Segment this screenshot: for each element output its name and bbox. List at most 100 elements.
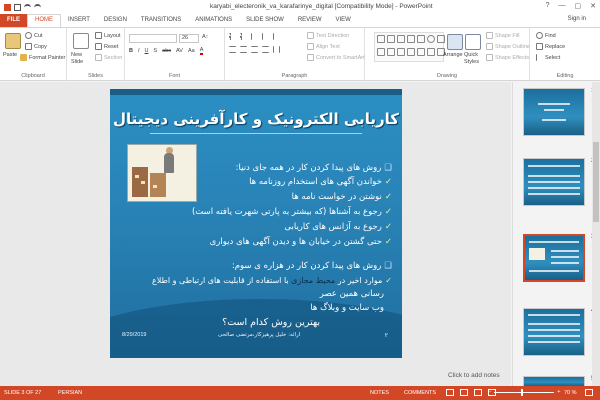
tab-transitions[interactable]: TRANSITIONS [134, 14, 188, 27]
slide-paragraph[interactable]: ✓خواندن آگهی های استخدام روزنامه ها [249, 177, 392, 187]
notes-button[interactable]: NOTES [370, 390, 389, 396]
shape-line-icon[interactable] [407, 35, 415, 43]
slide-paragraph[interactable]: ✓رجوع به آشناها (که بیشتر به پارتی شهرت … [192, 207, 392, 217]
save-icon[interactable] [14, 3, 21, 11]
shape-brace-icon[interactable] [417, 47, 425, 56]
scrollbar-thumb[interactable] [593, 142, 599, 222]
find-button[interactable]: Find [536, 32, 556, 39]
columns-icon[interactable] [273, 46, 280, 53]
minimize-button[interactable]: — [559, 2, 566, 10]
tab-design[interactable]: DESIGN [97, 14, 134, 27]
redo-icon[interactable] [34, 3, 41, 11]
shape-outline-button[interactable]: Shape Outline [486, 43, 530, 50]
zoom-in-icon[interactable]: + [557, 389, 560, 395]
tab-insert[interactable]: INSERT [61, 14, 97, 27]
shape-oval-icon[interactable] [427, 35, 435, 43]
slide-thumbnail-2[interactable] [523, 158, 585, 206]
change-case-button[interactable]: Aa [188, 48, 195, 54]
new-slide-button[interactable]: New Slide [71, 52, 93, 66]
normal-view-icon[interactable] [446, 389, 454, 396]
tab-file[interactable]: FILE [0, 14, 27, 27]
shape-rect-icon[interactable] [437, 35, 445, 43]
bold-button[interactable]: B [129, 48, 133, 54]
current-slide[interactable]: کاریابی الکترونیک و کارآفرینی دیجیتال ❑ر… [110, 89, 402, 358]
shape-arrow-icon[interactable] [387, 47, 395, 56]
cut-button[interactable]: Cut [25, 32, 43, 39]
slide-thumbnail-1[interactable] [523, 88, 585, 136]
slide-paragraph[interactable]: ✓موارد اخیر در محیط مجازی با استفاده از … [152, 276, 392, 285]
slide-paragraph[interactable]: ❑روش های پیدا کردن کار در همه جای دنیا: [236, 163, 392, 173]
shape-arrow-icon[interactable] [397, 47, 405, 56]
bullets-icon[interactable] [229, 33, 236, 40]
slide-paragraph[interactable]: رسانی همین عصر [320, 289, 384, 299]
text-direction-button[interactable]: Text Direction [307, 32, 349, 39]
slide-paragraph[interactable]: ✓حتی گشتن در خیابان ها و دیدن آگهی های د… [210, 237, 392, 247]
shape-star-icon[interactable] [407, 47, 415, 56]
shape-rect-icon[interactable] [417, 35, 425, 43]
slide-paragraph[interactable]: بهترین روش کدام است؟ [222, 317, 320, 328]
shape-triangle-icon[interactable] [377, 47, 385, 56]
italic-button[interactable]: I [138, 48, 140, 54]
notes-placeholder[interactable]: Click to add notes [448, 372, 500, 379]
thumbnail-scrollbar[interactable] [592, 82, 600, 386]
grow-font-button[interactable]: A↑ [202, 34, 208, 40]
numbering-icon[interactable] [240, 33, 247, 40]
reset-button[interactable]: Reset [95, 43, 118, 50]
shape-line-icon[interactable] [397, 35, 405, 43]
copy-button[interactable]: Copy [25, 43, 47, 50]
shape-brace-icon[interactable] [427, 47, 435, 56]
fit-to-window-icon[interactable] [585, 389, 593, 396]
slide-thumbnail-5[interactable] [523, 376, 585, 386]
zoom-knob[interactable] [521, 388, 524, 396]
slide-sorter-icon[interactable] [460, 389, 468, 396]
layout-button[interactable]: Layout [95, 32, 121, 39]
align-center-icon[interactable] [240, 46, 247, 53]
shapes-gallery[interactable] [374, 32, 445, 62]
increase-indent-icon[interactable] [262, 33, 269, 40]
align-text-button[interactable]: Align Text [307, 43, 340, 50]
convert-smartart-button[interactable]: Convert to SmartArt [307, 54, 365, 61]
underline-button[interactable]: U [145, 48, 149, 54]
slide-paragraph[interactable]: وب سایت و وبلاگ ها [310, 303, 384, 313]
font-size-dropdown[interactable]: 26 [179, 34, 199, 43]
tab-slide-show[interactable]: SLIDE SHOW [239, 14, 291, 27]
shadow-button[interactable]: S [154, 48, 158, 54]
section-button[interactable]: Section [95, 54, 122, 61]
language-indicator[interactable]: PERSIAN [58, 390, 82, 396]
zoom-track[interactable] [494, 388, 555, 396]
undo-icon[interactable] [24, 3, 31, 11]
maximize-button[interactable]: ▢ [575, 2, 582, 10]
zoom-percent[interactable]: 70 % [564, 390, 577, 396]
justify-icon[interactable] [262, 46, 269, 53]
shape-rect-icon[interactable] [377, 35, 385, 43]
help-button[interactable]: ? [546, 2, 550, 10]
reading-view-icon[interactable] [474, 389, 482, 396]
shape-effects-button[interactable]: Shape Effects [486, 54, 529, 61]
strikethrough-button[interactable]: abc [162, 48, 171, 54]
format-painter-button[interactable]: Format Painter [20, 54, 65, 61]
line-spacing-icon[interactable] [273, 33, 280, 40]
replace-button[interactable]: Replace [536, 43, 565, 50]
tab-home[interactable]: HOME [27, 14, 61, 27]
sign-in-link[interactable]: Sign in [568, 16, 586, 22]
char-spacing-button[interactable]: AV [176, 48, 183, 54]
shape-fill-button[interactable]: Shape Fill [486, 32, 519, 39]
close-button[interactable]: ✕ [590, 2, 596, 10]
quick-styles-button[interactable]: Quick Styles [464, 52, 484, 66]
slide-paragraph[interactable]: ❑روش های پیدا کردن کار در هزاره ی سوم: [232, 261, 392, 271]
shape-rect-icon[interactable] [387, 35, 395, 43]
slide-paragraph[interactable]: ✓رجوع به آژانس های کاریابی [284, 222, 392, 232]
zoom-slider[interactable]: − + [488, 388, 560, 396]
comments-button[interactable]: COMMENTS [404, 390, 436, 396]
tab-animations[interactable]: ANIMATIONS [188, 14, 239, 27]
tab-review[interactable]: REVIEW [291, 14, 329, 27]
zoom-out-icon[interactable]: − [488, 389, 491, 395]
font-color-button[interactable]: A [199, 47, 204, 55]
font-name-dropdown[interactable] [129, 34, 177, 43]
decrease-indent-icon[interactable] [251, 33, 258, 40]
arrange-button[interactable]: Arrange [443, 52, 463, 58]
slide-title[interactable]: کاریابی الکترونیک و کارآفرینی دیجیتال [110, 110, 402, 128]
paste-button[interactable]: Paste [3, 52, 17, 58]
tab-view[interactable]: VIEW [329, 14, 358, 27]
slide-thumbnail-3[interactable] [523, 234, 585, 282]
